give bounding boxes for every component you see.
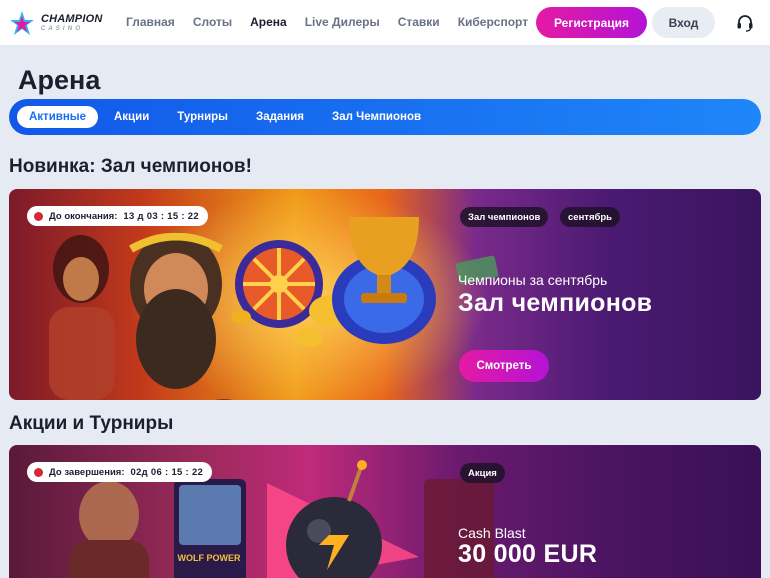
tab-quests[interactable]: Задания [244, 106, 316, 128]
tab-tournaments[interactable]: Турниры [165, 106, 240, 128]
tab-promotions[interactable]: Акции [102, 106, 161, 128]
logo-wordmark: CHAMPION [41, 13, 103, 25]
tag-promotion: Акция [460, 463, 505, 483]
headset-icon[interactable] [735, 13, 755, 33]
brand-logo[interactable]: CHAMPION CASINO [9, 10, 103, 36]
tab-hall-of-champions[interactable]: Зал Чемпионов [320, 106, 433, 128]
nav-bets[interactable]: Ставки [398, 15, 440, 29]
register-button[interactable]: Регистрация [536, 7, 647, 38]
cash-blast-banner[interactable]: WOLF POWER До завершения: 02д 06 : 15 : … [9, 445, 761, 578]
red-dot-icon [34, 467, 43, 477]
timer-label: До завершения: [49, 466, 125, 478]
banner-title: 30 000 EUR [458, 540, 598, 568]
tab-active[interactable]: Активные [17, 106, 98, 128]
top-header: CHAMPION CASINO Главная Слоты Арена Live… [0, 0, 770, 45]
logo-subtitle: CASINO [41, 26, 84, 32]
banner-title: Зал чемпионов [458, 289, 653, 317]
timer-label: До окончания: [49, 210, 118, 222]
timer-value: 13 д 03 : 15 : 22 [123, 210, 199, 222]
svg-text:WOLF POWER: WOLF POWER [178, 553, 241, 563]
countdown-timer: До завершения: 02д 06 : 15 : 22 [27, 462, 213, 482]
page-title: Арена [18, 65, 101, 95]
section-title-new: Новинка: Зал чемпионов! [9, 156, 252, 177]
countdown-timer: До окончания: 13 д 03 : 15 : 22 [27, 206, 208, 226]
nav-live-dealers[interactable]: Live Дилеры [305, 15, 380, 29]
banner-subtitle: Чемпионы за сентябрь [458, 272, 608, 288]
main-nav: Главная Слоты Арена Live Дилеры Ставки К… [126, 15, 546, 29]
arena-tabs: Активные Акции Турниры Задания Зал Чемпи… [9, 99, 761, 135]
view-button[interactable]: Смотреть [459, 350, 549, 382]
tag-september: сентябрь [560, 207, 621, 227]
login-button[interactable]: Вход [652, 7, 715, 38]
nav-arena[interactable]: Арена [250, 15, 287, 29]
red-dot-icon [34, 211, 43, 221]
banner-subtitle: Cash Blast [458, 525, 526, 541]
nav-slots[interactable]: Слоты [193, 15, 232, 29]
tag-hall-of-champions: Зал чемпионов [460, 207, 549, 227]
timer-value: 02д 06 : 15 : 22 [130, 466, 204, 478]
logo-star-icon [10, 11, 34, 35]
nav-home[interactable]: Главная [126, 15, 175, 29]
nav-esports[interactable]: Киберспорт [458, 15, 528, 29]
hall-of-champions-banner[interactable]: До окончания: 13 д 03 : 15 : 22 Зал чемп… [9, 189, 761, 400]
section-title-promotions: Акции и Турниры [9, 413, 174, 434]
